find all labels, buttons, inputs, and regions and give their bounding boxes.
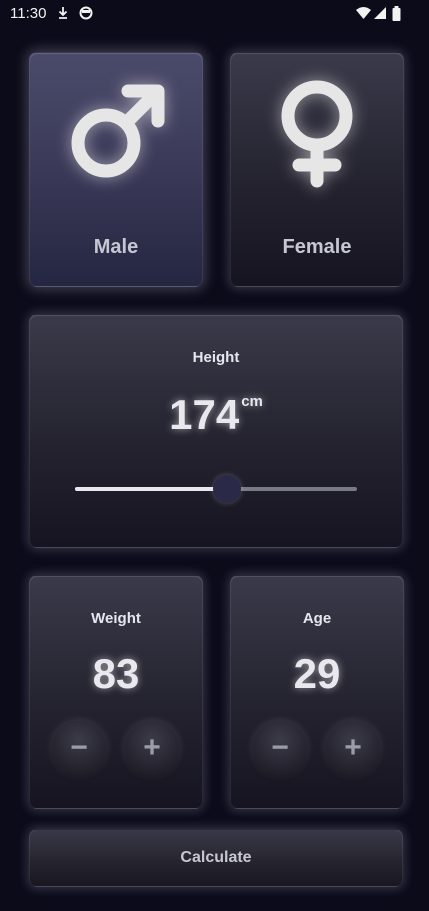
height-slider-fill [75, 487, 228, 491]
weight-card: Weight 83 − + [29, 575, 203, 809]
male-label: Male [93, 236, 139, 258]
age-value: 29 [293, 650, 341, 697]
status-time: 11:30 [10, 5, 47, 22]
female-label: Female [282, 236, 352, 258]
weight-value: 83 [92, 650, 140, 697]
signal-icon [374, 7, 386, 19]
weight-plus-button[interactable]: + [125, 721, 179, 775]
height-value-display: 174 cm [30, 391, 402, 439]
download-icon [58, 7, 68, 19]
weight-title: Weight [91, 610, 141, 627]
female-symbol-icon [281, 80, 353, 188]
height-card: Height 174 cm [29, 314, 403, 548]
vpn-icon [79, 6, 93, 20]
age-minus-button[interactable]: − [253, 721, 307, 775]
height-slider-thumb[interactable] [213, 475, 242, 503]
wifi-icon [356, 7, 371, 19]
weight-minus-button[interactable]: − [52, 721, 106, 775]
female-card[interactable]: Female [230, 52, 404, 287]
height-title: Height [192, 349, 240, 366]
status-bar: 11:30 [0, 0, 429, 28]
male-symbol-icon [71, 84, 165, 178]
calculate-button[interactable]: Calculate [29, 829, 403, 887]
age-title: Age [302, 610, 332, 627]
age-plus-button[interactable]: + [326, 721, 380, 775]
height-slider[interactable] [75, 475, 357, 503]
height-unit: cm [241, 393, 263, 410]
male-card[interactable]: Male [29, 52, 203, 287]
height-value: 174 [169, 391, 240, 438]
age-card: Age 29 − + [230, 575, 404, 809]
battery-icon [392, 6, 401, 21]
